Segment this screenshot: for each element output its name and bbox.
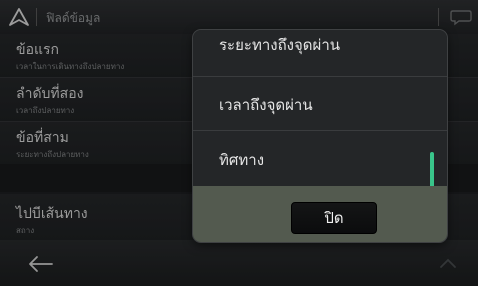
close-button[interactable]: ปิด [291,202,377,234]
field-picker-dialog: ระยะทางถึงจุดผ่าน เวลาถึงจุดผ่าน ทิศทาง … [193,30,447,242]
dialog-footer: ปิด [193,186,447,242]
option-label: ระยะทางถึงจุดผ่าน [219,36,340,54]
option-label: เวลาถึงจุดผ่าน [219,96,313,114]
option-item[interactable]: เวลาถึงจุดผ่าน [193,77,447,131]
option-item[interactable]: ระยะทางถึงจุดผ่าน [193,30,447,77]
option-label: ทิศทาง [219,151,265,169]
option-list: ระยะทางถึงจุดผ่าน เวลาถึงจุดผ่าน ทิศทาง [193,30,447,202]
option-item[interactable]: ทิศทาง [193,131,447,184]
